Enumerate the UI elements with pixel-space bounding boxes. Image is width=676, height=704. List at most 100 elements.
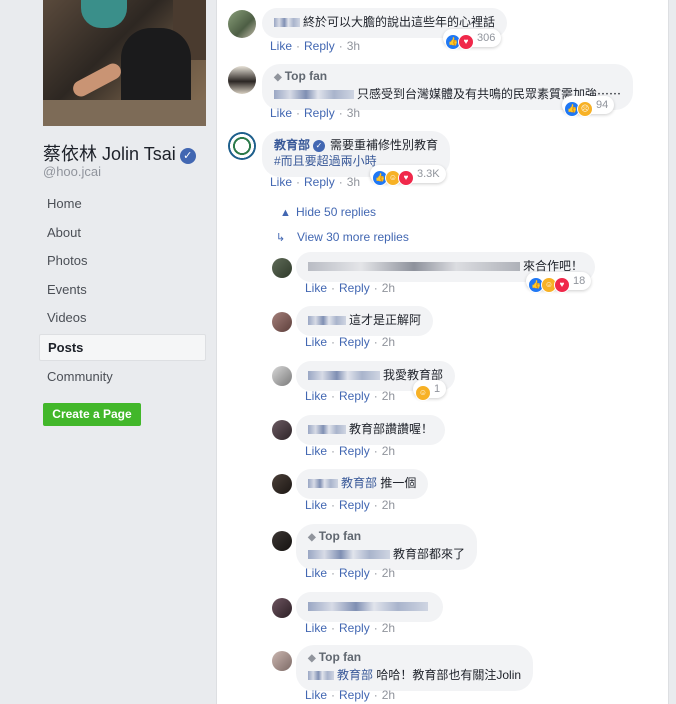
timestamp[interactable]: 2h (382, 566, 395, 580)
like-link[interactable]: Like (270, 39, 292, 53)
top-fan-badge: ◆ Top fan (308, 529, 362, 543)
reaction-summary[interactable]: 👍 ☹ 94 (562, 96, 615, 117)
diamond-icon: ◆ (308, 532, 316, 543)
timestamp[interactable]: 2h (382, 444, 395, 458)
reply-link[interactable]: Reply (304, 106, 335, 120)
nav-item-events[interactable]: Events (39, 276, 206, 305)
page-name[interactable]: 蔡依林 Jolin Tsai ✓ (43, 140, 196, 166)
avatar[interactable] (228, 10, 256, 38)
reply-link[interactable]: Reply (339, 335, 370, 349)
nav-item-community[interactable]: Community (39, 363, 206, 392)
reply-text: 來合作吧！ (523, 259, 584, 273)
reply-text: 教育部都來了 (393, 547, 466, 561)
reaction-summary[interactable]: ☺ 1 (413, 380, 447, 401)
top-fan-badge: ◆ Top fan (308, 650, 362, 664)
top-fan-badge: ◆ Top fan (274, 69, 328, 83)
view-more-replies-link[interactable]: ↳ View 30 more replies (276, 230, 409, 244)
ministry-of-education-avatar[interactable] (228, 132, 256, 160)
comment-actions: Like · Reply · 3h (270, 39, 361, 53)
love-icon: ♥ (554, 277, 570, 293)
like-link[interactable]: Like (305, 444, 327, 458)
avatar[interactable] (272, 598, 292, 618)
reply-text: 推一個 (380, 476, 417, 490)
mention-link[interactable]: 教育部 (337, 668, 373, 682)
reply-actions: Like · Reply · 2h (305, 688, 396, 702)
blurred-author[interactable] (308, 425, 346, 435)
blurred-author[interactable] (308, 262, 520, 272)
reply-link[interactable]: Reply (339, 444, 370, 458)
comment-actions: Like · Reply · 3h (270, 106, 361, 120)
timestamp[interactable]: 2h (382, 335, 395, 349)
reply-link[interactable]: Reply (339, 389, 370, 403)
like-link[interactable]: Like (305, 621, 327, 635)
like-link[interactable]: Like (305, 281, 327, 295)
blurred-author[interactable] (274, 90, 354, 100)
reply-link[interactable]: Reply (339, 688, 370, 702)
blurred-author[interactable] (308, 479, 338, 489)
blurred-author[interactable] (308, 550, 390, 560)
reply-actions: Like · Reply · 2h (305, 335, 396, 349)
reply-actions: Like · Reply · 2h (305, 621, 396, 635)
mention-link[interactable]: 教育部 (341, 476, 377, 490)
blurred-author[interactable] (308, 316, 346, 326)
nav-item-videos[interactable]: Videos (39, 304, 206, 333)
reply-link[interactable]: Reply (339, 621, 370, 635)
timestamp[interactable]: 2h (382, 281, 395, 295)
love-icon: ♥ (458, 34, 474, 50)
chevron-up-icon: ▲ (280, 207, 291, 219)
avatar[interactable] (272, 312, 292, 332)
comment-author[interactable]: 教育部 (274, 138, 310, 152)
like-link[interactable]: Like (305, 688, 327, 702)
nav-item-about[interactable]: About (39, 219, 206, 248)
page-sidebar: 蔡依林 Jolin Tsai ✓ @hoo.jcai Home About Pho… (0, 0, 216, 704)
avatar[interactable] (272, 531, 292, 551)
avatar[interactable] (272, 474, 292, 494)
timestamp[interactable]: 2h (382, 621, 395, 635)
timestamp[interactable]: 2h (382, 498, 395, 512)
avatar[interactable] (228, 66, 256, 94)
reply-link[interactable]: Reply (304, 39, 335, 53)
page-nav: Home About Photos Events Videos Posts Co… (39, 190, 206, 392)
reaction-summary[interactable]: 👍 ☺ ♥ 3.3K (370, 165, 446, 186)
love-icon: ♥ (398, 170, 414, 186)
comment-text: 需要重補修性別教育 (330, 138, 439, 152)
nav-item-posts[interactable]: Posts (39, 333, 206, 361)
blurred-author[interactable] (274, 18, 300, 28)
reply-link[interactable]: Reply (339, 566, 370, 580)
reply-bubble: 教育部 推一個 (296, 469, 429, 499)
nav-item-photos[interactable]: Photos (39, 247, 206, 276)
like-link[interactable]: Like (305, 566, 327, 580)
reply-link[interactable]: Reply (304, 175, 335, 189)
timestamp[interactable]: 2h (382, 389, 395, 403)
reply-link[interactable]: Reply (339, 281, 370, 295)
create-page-button[interactable]: Create a Page (43, 403, 141, 426)
page-handle[interactable]: @hoo.jcai (43, 164, 101, 179)
like-link[interactable]: Like (305, 335, 327, 349)
blurred-author[interactable] (308, 371, 380, 381)
timestamp[interactable]: 3h (347, 39, 360, 53)
profile-cover-photo[interactable] (43, 0, 206, 126)
avatar[interactable] (272, 420, 292, 440)
hashtag-link[interactable]: #而且要超過兩小時 (274, 154, 377, 168)
timestamp[interactable]: 3h (347, 106, 360, 120)
avatar[interactable] (272, 258, 292, 278)
like-link[interactable]: Like (305, 389, 327, 403)
timestamp[interactable]: 3h (347, 175, 360, 189)
reply-bubble: 教育部讚讚喔！ (296, 415, 446, 445)
timestamp[interactable]: 2h (382, 688, 395, 702)
reply-text: 這才是正解阿 (349, 313, 422, 327)
like-link[interactable]: Like (270, 106, 292, 120)
reply-actions: Like · Reply · 2h (305, 281, 396, 295)
like-link[interactable]: Like (270, 175, 292, 189)
reaction-summary[interactable]: 👍 ☺ ♥ 18 (526, 272, 592, 293)
like-link[interactable]: Like (305, 498, 327, 512)
blurred-author[interactable] (308, 602, 428, 612)
avatar[interactable] (272, 366, 292, 386)
sad-icon: ☹ (577, 101, 593, 117)
avatar[interactable] (272, 651, 292, 671)
blurred-author[interactable] (308, 671, 334, 681)
hide-replies-link[interactable]: ▲ Hide 50 replies (280, 205, 376, 219)
reply-link[interactable]: Reply (339, 498, 370, 512)
reaction-summary[interactable]: 👍 ♥ 306 (443, 29, 502, 50)
nav-item-home[interactable]: Home (39, 190, 206, 219)
